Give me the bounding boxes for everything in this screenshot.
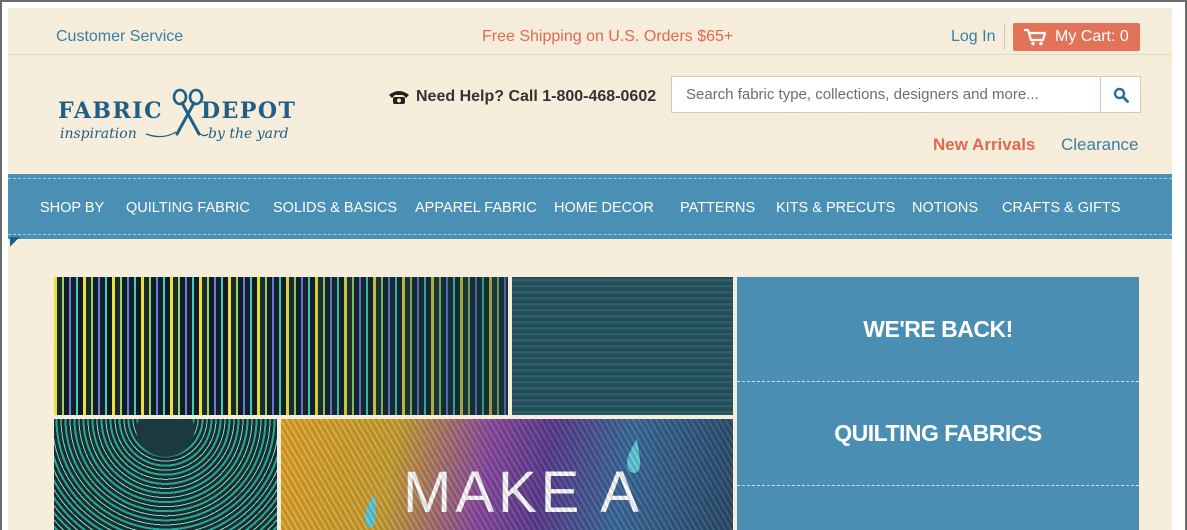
- nav-patterns[interactable]: PATTERNS: [680, 200, 755, 216]
- search-input[interactable]: [672, 77, 1100, 112]
- svg-text:inspiration: inspiration: [60, 126, 137, 142]
- hero-image-feather-fabric: MAKE A: [281, 419, 733, 530]
- topbar-divider: [1004, 24, 1005, 50]
- nav-notions[interactable]: NOTIONS: [912, 200, 978, 216]
- hero-image-striped-fabric: [54, 277, 508, 415]
- svg-text:FABRIC: FABRIC: [58, 98, 163, 124]
- search-bar: [671, 76, 1141, 113]
- nav-kits-precuts[interactable]: KITS & PRECUTS: [776, 200, 895, 216]
- my-cart-button[interactable]: My Cart: 0: [1013, 23, 1140, 51]
- promo-quilting-fabrics[interactable]: QUILTING FABRICS: [737, 381, 1139, 485]
- page: Customer Service Free Shipping on U.S. O…: [8, 8, 1172, 530]
- main-navigation: SHOP BY QUILTING FABRIC SOLIDS & BASICS …: [8, 178, 1172, 235]
- cart-label: My Cart: 0: [1055, 28, 1129, 45]
- site-logo[interactable]: FABRIC DEPOT inspiration by the yard: [58, 88, 318, 148]
- nav-quilting-fabric[interactable]: QUILTING FABRIC: [126, 200, 250, 216]
- promo-panel: WE'RE BACK! QUILTING FABRICS: [737, 277, 1139, 530]
- hero-banner[interactable]: MAKE A WE'RE BACK! QUILTING FABRICS: [54, 277, 1139, 530]
- free-shipping-notice[interactable]: Free Shipping on U.S. Orders $65+: [482, 28, 733, 46]
- new-arrivals-link[interactable]: New Arrivals: [933, 135, 1035, 155]
- promo-row-3[interactable]: [737, 485, 1139, 530]
- nav-corner-fold: [10, 237, 20, 247]
- nav-solids-basics[interactable]: SOLIDS & BASICS: [273, 200, 397, 216]
- top-utility-bar: Customer Service Free Shipping on U.S. O…: [8, 8, 1172, 55]
- search-button[interactable]: [1100, 77, 1140, 112]
- hero-image-weave-fabric: [54, 419, 277, 530]
- scissors-icon: [172, 88, 204, 136]
- clearance-link[interactable]: Clearance: [1061, 135, 1139, 155]
- phone-icon: [389, 91, 409, 104]
- login-link[interactable]: Log In: [951, 28, 995, 46]
- promo-headline[interactable]: WE'RE BACK!: [737, 277, 1139, 381]
- cart-icon: [1024, 28, 1047, 46]
- help-phone-line[interactable]: Need Help? Call 1-800-468-0602: [388, 88, 656, 106]
- hero-banner-text: MAKE A: [403, 460, 643, 525]
- search-icon: [1113, 87, 1129, 103]
- logo-graphic: FABRIC DEPOT inspiration by the yard: [58, 88, 296, 142]
- hero-image-teal-fabric: [512, 277, 733, 415]
- browser-frame: Customer Service Free Shipping on U.S. O…: [0, 0, 1187, 530]
- nav-apparel-fabric[interactable]: APPAREL FABRIC: [415, 200, 537, 216]
- customer-service-link[interactable]: Customer Service: [56, 28, 183, 46]
- svg-text:DEPOT: DEPOT: [201, 98, 296, 124]
- water-drop-icon: [627, 439, 641, 473]
- nav-crafts-gifts[interactable]: CRAFTS & GIFTS: [1002, 200, 1120, 216]
- svg-text:by the yard: by the yard: [208, 126, 289, 142]
- help-text: Need Help? Call 1-800-468-0602: [416, 88, 657, 105]
- nav-home-decor[interactable]: HOME DECOR: [554, 200, 654, 216]
- right-margin: [1172, 8, 1185, 530]
- water-drop-icon: [364, 493, 376, 528]
- nav-shop-by[interactable]: SHOP BY: [40, 200, 104, 216]
